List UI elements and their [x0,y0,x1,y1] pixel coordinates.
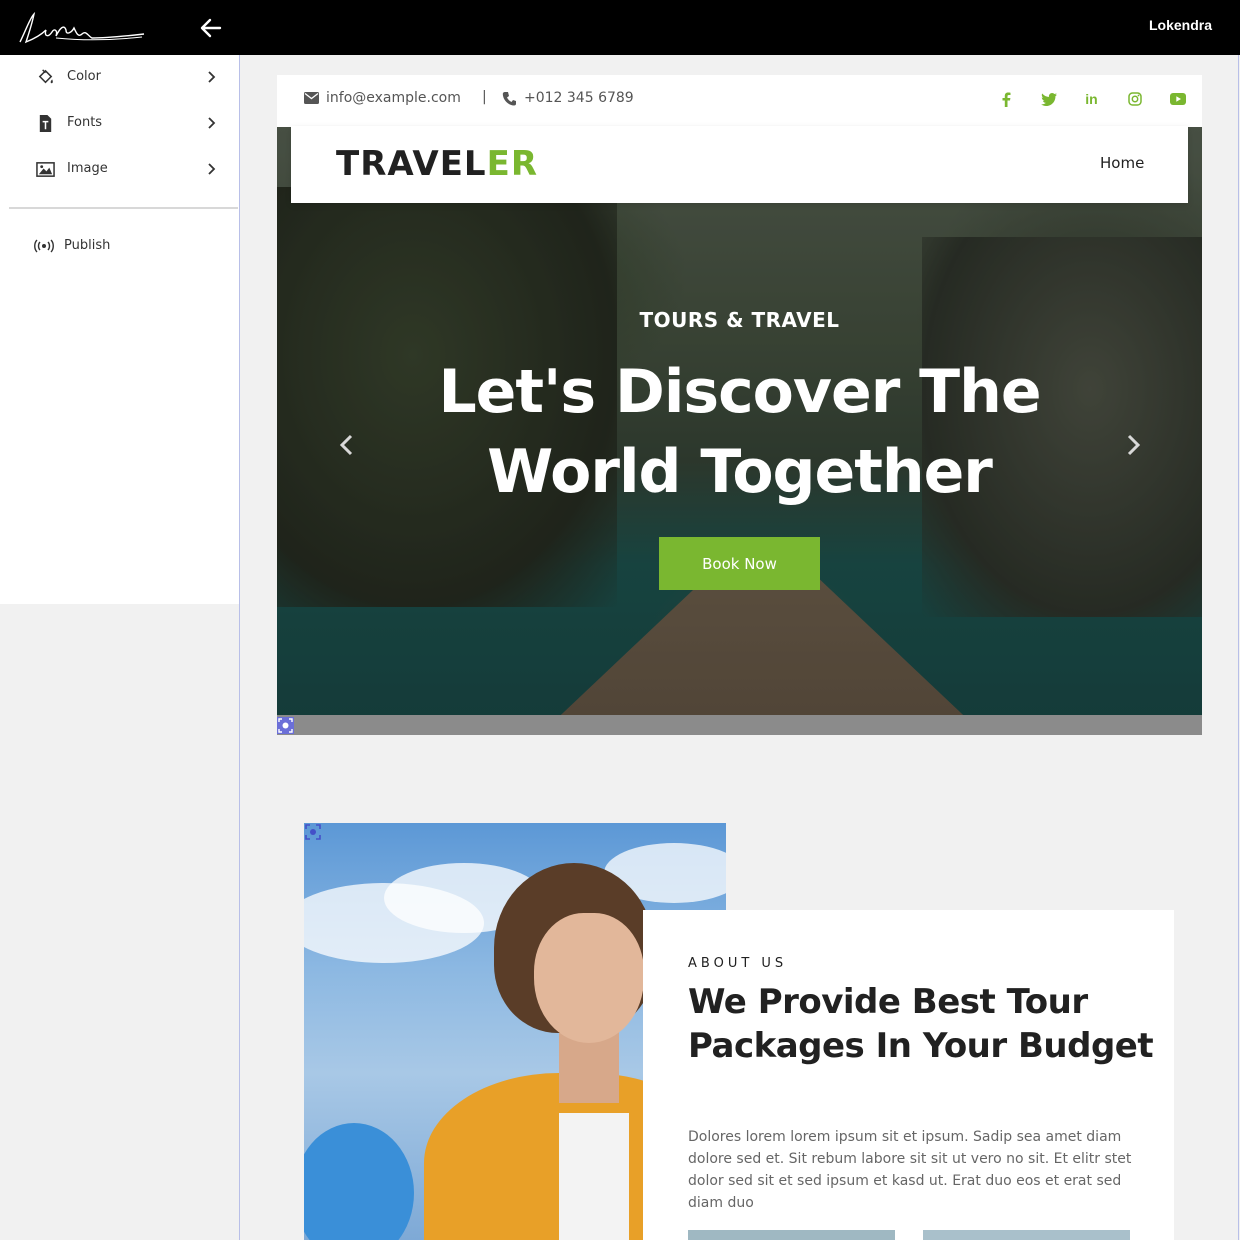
nav-link-home[interactable]: Home [1100,154,1144,172]
sidebar-item-fonts[interactable]: Fonts [0,101,238,147]
sidebar-divider [9,207,238,209]
back-arrow-icon[interactable] [196,14,226,42]
signature-logo [19,11,145,44]
canvas-border-right [1238,55,1239,1240]
woman-face-shape [534,913,644,1043]
about-kicker: ABOUT US [688,956,788,971]
sidebar-item-label: Color [67,69,101,84]
hero-title: Let's Discover The World Together [277,352,1202,512]
image-icon [36,162,55,177]
about-title: We Provide Best Tour Packages In Your Bu… [688,982,1154,1066]
site-navbar: TRAVELER Home [291,126,1188,203]
publish-button[interactable]: Publish [0,223,238,269]
site-brand-logo[interactable]: TRAVELER [336,144,538,184]
chevron-right-icon [208,71,216,83]
contact-email-text: info@example.com [326,90,461,106]
instagram-icon[interactable] [1113,88,1156,110]
edit-handle-icon[interactable] [277,717,294,734]
twitter-icon[interactable] [1027,88,1070,110]
contact-email[interactable]: info@example.com [304,90,461,106]
contact-phone[interactable]: +012 345 6789 [502,90,634,106]
hero-title-line: World Together [487,437,993,507]
hero-kicker: TOURS & TRAVEL [639,308,840,332]
social-links: in [984,88,1199,110]
sidebar-item-image[interactable]: Image [0,147,238,193]
hero-title-line: Let's Discover The [438,357,1041,427]
brand-text-main: TRAVEL [336,144,487,184]
sidebar-item-label: Image [67,161,108,176]
chevron-right-icon [208,163,216,175]
edit-handle-icon[interactable] [304,823,322,841]
publish-label: Publish [64,238,111,253]
editor-sidebar: Color Fonts Image Publish [0,55,240,604]
yoga-mat-shape [304,1123,414,1240]
user-name[interactable]: Lokendra [1149,17,1212,33]
chevron-right-icon [208,117,216,129]
about-thumbnail [688,1230,895,1240]
paint-bucket-icon [38,69,53,84]
broadcast-icon [34,239,54,253]
brand-text-accent: ER [486,144,538,184]
facebook-icon[interactable] [984,88,1027,110]
linkedin-icon[interactable]: in [1070,88,1113,110]
sidebar-item-label: Fonts [67,115,103,130]
woman-shirt-shape [559,1113,629,1240]
contact-separator: | [482,89,487,105]
carousel-prev-icon[interactable] [338,434,356,456]
sidebar-item-color[interactable]: Color [0,55,238,101]
about-thumbnail [923,1230,1130,1240]
font-file-icon [39,114,52,133]
about-text: Dolores lorem lorem ipsum sit et ipsum. … [688,1129,1132,1211]
carousel-next-icon[interactable] [1124,434,1142,456]
hero-bottom-bar [277,715,1202,735]
app-header: Lokendra [0,0,1240,55]
book-now-button[interactable]: Book Now [659,537,820,590]
envelope-icon [304,92,319,104]
canvas-border-left [239,55,240,1240]
phone-icon [502,91,516,105]
contact-phone-text: +012 345 6789 [524,90,634,106]
youtube-icon[interactable] [1156,88,1199,110]
